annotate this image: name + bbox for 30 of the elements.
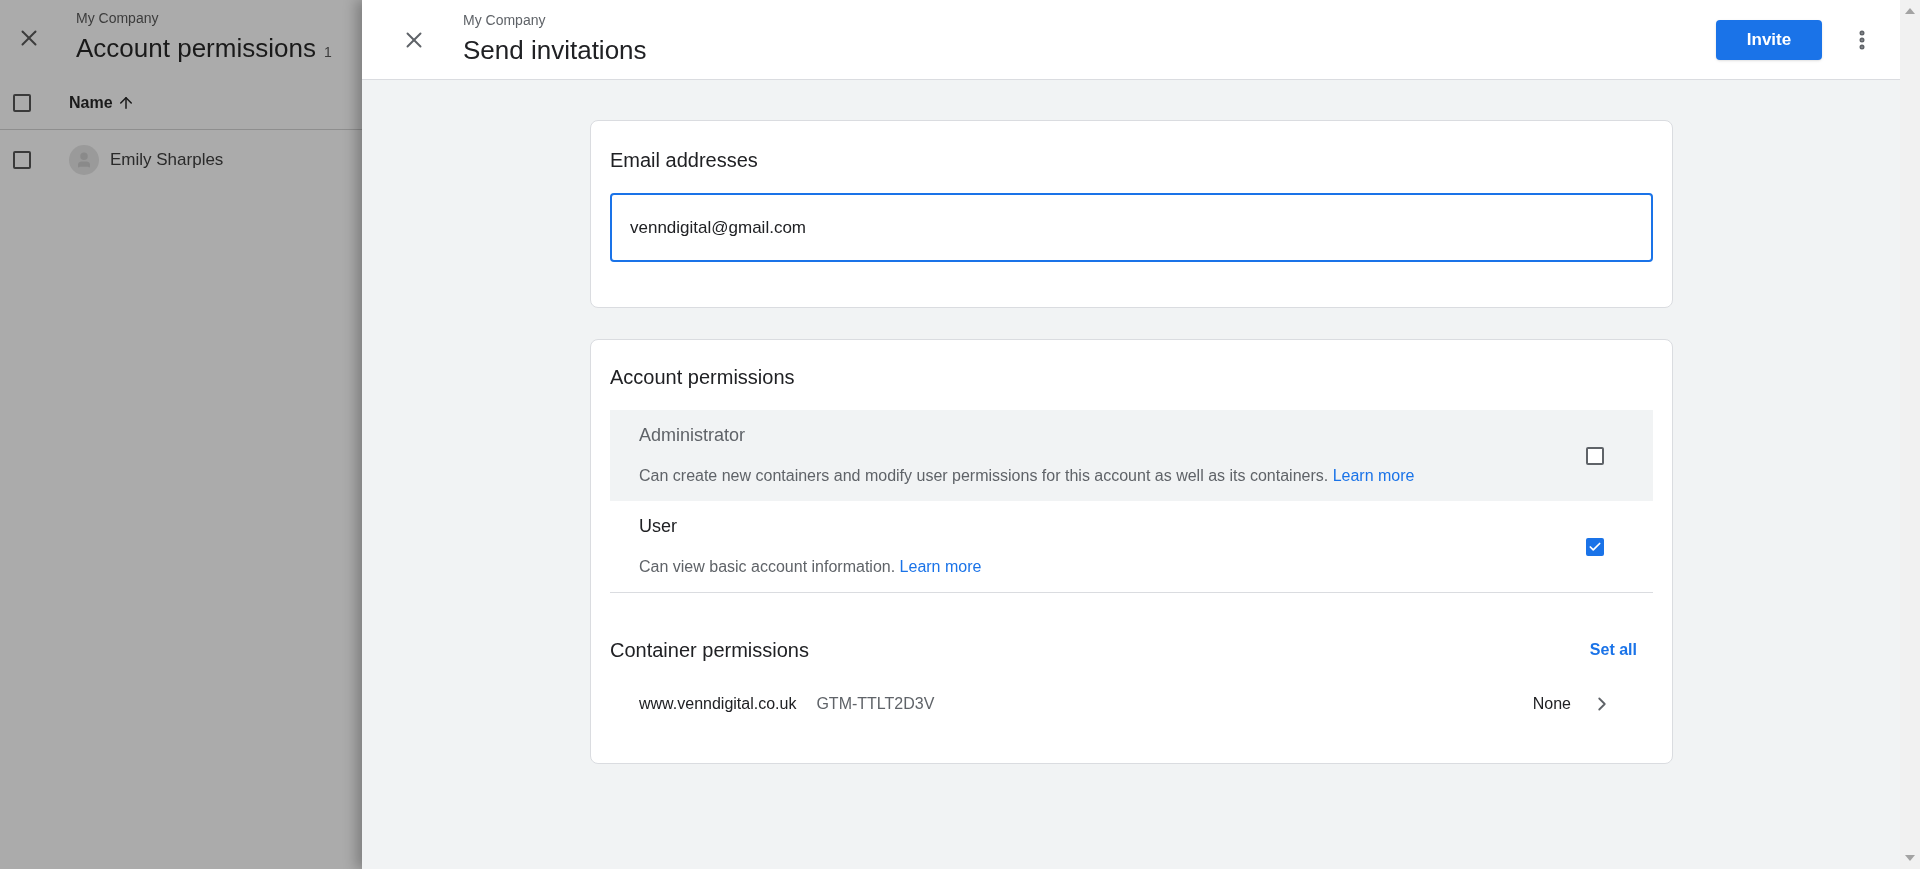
email-input-field[interactable]: venndigital@gmail.com [610,193,1653,262]
invite-button[interactable]: Invite [1716,19,1822,60]
breadcrumb: My Company [463,10,547,30]
page-title: Account permissions [76,32,316,65]
permission-option[interactable]: Administrator Can create new containers and modify user permissions for this account as well as its containers. Learn more [610,410,1653,501]
user-name: Emily Sharples [110,149,224,172]
checkbox[interactable] [1586,537,1604,556]
section-title: Container permissions [610,638,809,663]
option-label: Administrator [639,424,747,447]
container-id: GTM-TTLT2D3V [816,694,936,714]
avatar [69,145,99,175]
checkbox[interactable] [13,151,31,169]
option-description: Can view basic account information. Learn more [639,557,983,577]
permission-option[interactable]: User Can view basic account information. Learn more [610,501,1653,593]
permission-value: None [1532,694,1571,714]
container-row[interactable]: www.venndigital.co.uk GTM-TTLT2D3V None [610,669,1653,739]
count: 1 [323,43,332,62]
set-all-link[interactable]: Set all [1589,638,1637,662]
card-title: Account permissions [610,365,796,390]
option-description: Can create new containers and modify user permissions for this account as well as its containers. Learn more [639,466,1416,486]
breadcrumb: My Company [76,9,160,28]
option-label: User [639,515,678,538]
checkbox[interactable] [1586,446,1604,465]
card-title: Email addresses [610,148,759,173]
learn-more-link[interactable]: Learn more [1332,467,1415,484]
column-header[interactable]: Name [69,90,135,115]
container-name: www.venndigital.co.uk [639,694,797,714]
panel-title: Send invitations [463,33,648,67]
checkbox[interactable] [13,93,31,112]
learn-more-link[interactable]: Learn more [899,558,982,575]
